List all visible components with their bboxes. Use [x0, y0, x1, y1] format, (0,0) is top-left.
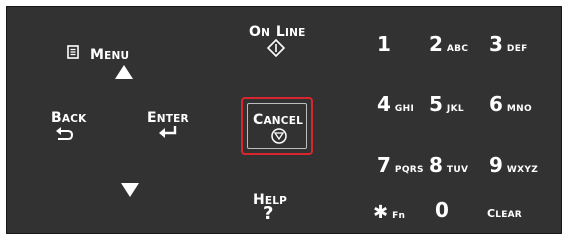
- up-arrow-icon: [115, 65, 133, 79]
- key-3[interactable]: 3 DEF: [489, 34, 528, 55]
- key-6[interactable]: 6 MNO: [489, 94, 532, 115]
- stop-icon: [271, 128, 287, 144]
- menu-label: MENU: [90, 47, 130, 63]
- clear-label: CLEAR: [487, 207, 522, 220]
- back-button[interactable]: BACK: [51, 105, 101, 150]
- clear-button[interactable]: CLEAR: [487, 207, 537, 223]
- key-9[interactable]: 9 WXYZ: [489, 155, 538, 176]
- asterisk-icon: ✱: [373, 202, 389, 223]
- help-question-icon: ?: [263, 203, 274, 224]
- help-button[interactable]: HELP ?: [253, 187, 303, 229]
- online-label: ON LINE: [249, 24, 306, 40]
- key-2[interactable]: 2 ABC: [429, 34, 468, 55]
- key-7[interactable]: 7 PQRS: [377, 155, 424, 176]
- online-button[interactable]: ON LINE: [245, 17, 315, 67]
- cancel-highlight-frame: CANCEL: [241, 97, 313, 155]
- menu-button[interactable]: MENU: [67, 37, 157, 82]
- document-icon: [67, 45, 79, 59]
- key-5[interactable]: 5 JKL: [429, 94, 464, 115]
- down-button[interactable]: [115, 179, 145, 203]
- cancel-button[interactable]: CANCEL: [247, 103, 307, 149]
- down-arrow-icon: [121, 183, 139, 197]
- back-label: BACK: [51, 110, 87, 126]
- enter-button[interactable]: ENTER: [147, 105, 207, 150]
- key-1[interactable]: 1: [377, 34, 391, 55]
- enter-label: ENTER: [147, 110, 189, 126]
- key-4[interactable]: 4 GHI: [377, 94, 414, 115]
- back-arrow-icon: [56, 127, 74, 140]
- key-fn[interactable]: ✱ Fn: [373, 203, 405, 223]
- online-diamond-icon: [266, 38, 286, 58]
- key-8[interactable]: 8 TUV: [429, 155, 468, 176]
- printer-control-panel: MENU ON LINE BACK ENTER CANCEL HELP ? 1 …: [6, 6, 562, 234]
- cancel-label: CANCEL: [253, 112, 303, 128]
- enter-arrow-icon: [159, 126, 177, 138]
- key-0[interactable]: 0: [435, 200, 449, 221]
